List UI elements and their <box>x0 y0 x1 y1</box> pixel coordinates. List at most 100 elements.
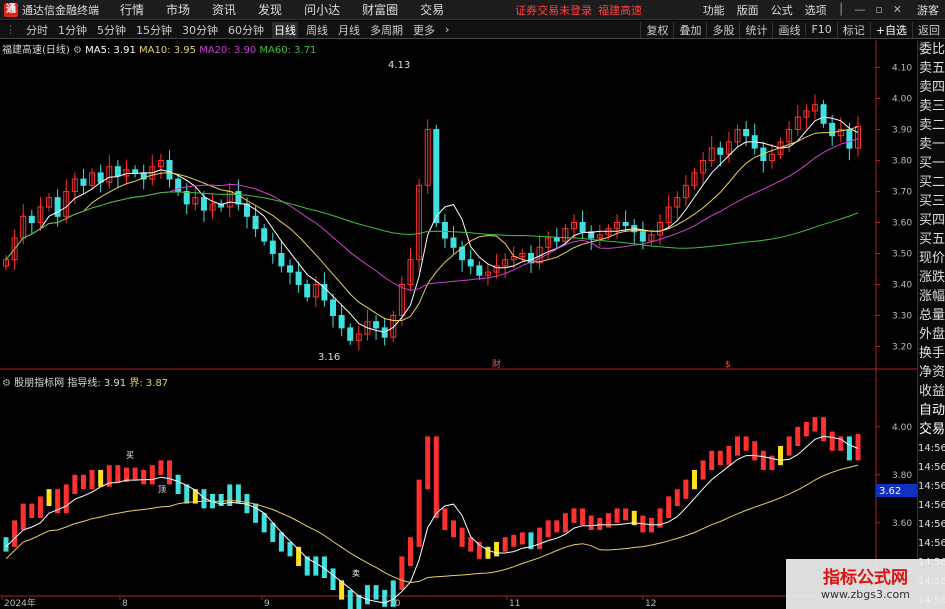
indicator-bar <box>623 508 629 521</box>
candle-body[interactable] <box>114 166 121 177</box>
candle-body[interactable] <box>132 169 139 174</box>
indicator-bar <box>829 431 835 451</box>
quote-field-0[interactable]: 委比 <box>918 40 945 59</box>
current-value-label: 3.62 <box>879 486 901 497</box>
indicator-bar <box>287 542 293 557</box>
x-tick-label: 10 <box>389 599 401 609</box>
candle-body[interactable] <box>622 222 629 227</box>
quote-field-15[interactable]: 外盘 <box>918 325 945 344</box>
indicator-bar <box>709 450 715 470</box>
indicator-bar <box>545 520 551 538</box>
quote-field-13[interactable]: 涨幅 <box>918 287 945 306</box>
candle-body[interactable] <box>269 240 276 255</box>
indicator-bar <box>605 513 611 528</box>
candle-body[interactable] <box>304 284 311 298</box>
candle-body[interactable] <box>166 160 173 180</box>
candle-body[interactable] <box>450 237 457 248</box>
candle-body[interactable] <box>717 147 724 155</box>
candle-body[interactable] <box>295 271 302 286</box>
ma60-value: MA60: 3.71 <box>259 45 317 56</box>
candle-body[interactable] <box>743 129 750 137</box>
quote-field-2[interactable]: 卖四 <box>918 78 945 97</box>
candle-body[interactable] <box>338 315 345 329</box>
quote-field-14[interactable]: 总量 <box>918 306 945 325</box>
finance-event-mark[interactable]: 财 <box>492 358 501 370</box>
settings-gear-icon[interactable]: ⚙ <box>73 45 85 56</box>
candle-body[interactable] <box>287 265 293 273</box>
kline-chart[interactable]: 4.10 4.00 3.90 3.80 3.70 3.60 3.50 3.40 3.30 3.20… <box>0 0 917 609</box>
indicator-bar <box>12 520 18 547</box>
quote-field-16[interactable]: 换手 <box>918 344 945 363</box>
watermark-url: www.zbgs3.com <box>821 588 910 601</box>
quote-field-17[interactable]: 净资 <box>918 363 945 382</box>
ma5-value: MA5: 3.91 <box>85 45 136 56</box>
auto-trade-0[interactable]: 自动 <box>918 401 945 420</box>
candle-body[interactable] <box>441 222 448 239</box>
quote-field-7[interactable]: 买二 <box>918 173 945 192</box>
indicator-bar <box>270 522 276 542</box>
main-y-label: 3.80 <box>892 157 912 167</box>
candle-body[interactable] <box>820 104 827 124</box>
indicator-bar <box>459 527 465 547</box>
candle-body[interactable] <box>235 191 242 205</box>
indicator-bar <box>726 446 732 466</box>
quote-field-10[interactable]: 买五 <box>918 230 945 249</box>
candle-body[interactable] <box>54 197 61 217</box>
tick-time-3: 14:56 <box>918 500 945 511</box>
indicator-bar <box>20 503 26 530</box>
indicator-legend: ⚙ 股朋指标网 指导线: 3.91 界: 3.87 <box>2 374 168 389</box>
indicator-bar <box>278 532 284 552</box>
candle-body[interactable] <box>639 231 646 242</box>
ma-legend: 福建高速(日线) ⚙ MA5: 3.91 MA10: 3.95 MA20: 3.… <box>2 41 316 56</box>
main-y-label: 4.10 <box>892 64 912 74</box>
indicator-bar <box>98 470 104 487</box>
candle-body[interactable] <box>261 228 268 242</box>
candle-body[interactable] <box>347 327 354 341</box>
quote-field-3[interactable]: 卖三 <box>918 97 945 116</box>
ma20-value: MA20: 3.90 <box>199 45 257 56</box>
candle-body[interactable] <box>183 191 190 205</box>
dividend-event-mark[interactable]: $ <box>725 360 731 370</box>
candle-body[interactable] <box>467 259 474 267</box>
candle-body[interactable] <box>476 265 483 276</box>
candle-body[interactable] <box>373 321 380 329</box>
quote-field-4[interactable]: 卖二 <box>918 116 945 135</box>
main-y-label: 4.00 <box>892 95 912 105</box>
guide-line-value: 指导线: 3.91 <box>67 378 127 389</box>
x-tick-label: 9 <box>264 599 270 609</box>
quote-field-11[interactable]: 现价 <box>918 249 945 268</box>
indicator-bar <box>149 465 155 485</box>
indicator-gear-icon[interactable]: ⚙ <box>2 378 14 389</box>
candle-body[interactable] <box>28 215 35 224</box>
candle-body[interactable] <box>200 197 207 211</box>
indicator-bar <box>442 508 448 530</box>
indicator-bar <box>37 496 43 518</box>
tick-time-0: 14:56 <box>918 443 945 454</box>
candle-body[interactable] <box>553 237 560 242</box>
quote-field-9[interactable]: 买四 <box>918 211 945 230</box>
signal-mark-sell: 卖 <box>352 569 360 578</box>
candle-body[interactable] <box>278 253 285 267</box>
ma20-line <box>5 138 859 291</box>
candle-body[interactable] <box>846 129 853 149</box>
indicator-bar <box>364 585 370 605</box>
candle-body[interactable] <box>80 178 87 186</box>
candle-body[interactable] <box>330 299 337 316</box>
indicator-bar <box>752 441 758 461</box>
indicator-bar <box>407 537 413 566</box>
ind-y-label: 3.80 <box>892 471 912 481</box>
quote-field-8[interactable]: 买三 <box>918 192 945 211</box>
candle-body[interactable] <box>829 122 836 137</box>
quote-field-6[interactable]: 买一 <box>918 154 945 173</box>
quote-field-12[interactable]: 涨跌 <box>918 268 945 287</box>
candle-body[interactable] <box>433 129 440 223</box>
quote-field-18[interactable]: 收益 <box>918 382 945 401</box>
candle-body[interactable] <box>579 222 586 233</box>
candle-body[interactable] <box>252 215 259 230</box>
guest-label[interactable]: 游客 <box>917 2 939 18</box>
quote-field-1[interactable]: 卖五 <box>918 59 945 78</box>
main-y-label: 3.40 <box>892 281 912 291</box>
auto-trade-1[interactable]: 交易 <box>918 420 945 439</box>
bound-value: 界: 3.87 <box>129 378 169 389</box>
quote-field-5[interactable]: 卖一 <box>918 135 945 154</box>
